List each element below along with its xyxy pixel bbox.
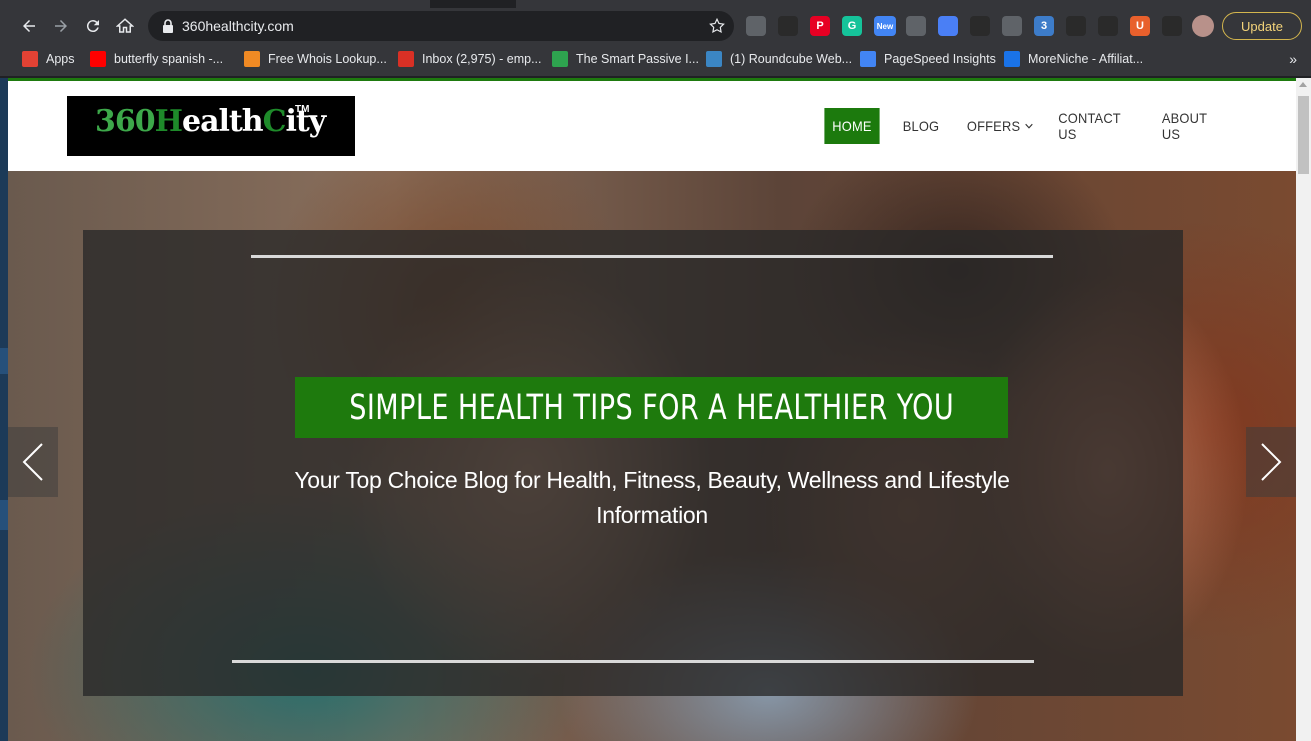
checkmark-ext-icon[interactable] xyxy=(970,16,990,36)
home-button[interactable] xyxy=(113,14,137,38)
bookmark-pagespeed[interactable]: PageSpeed Insights xyxy=(860,51,996,67)
background-window-edge xyxy=(0,78,8,741)
update-button[interactable]: Update xyxy=(1222,12,1302,40)
half-circle-ext-icon[interactable] xyxy=(906,16,926,36)
nav-offers[interactable]: OFFERS xyxy=(967,108,1033,144)
grammarly-icon[interactable]: G xyxy=(842,16,862,36)
tab-strip xyxy=(0,0,1311,8)
lock-icon xyxy=(163,19,173,33)
bookmark-label: Inbox (2,975) - emp... xyxy=(422,52,542,66)
bookmark-smart-passive[interactable]: The Smart Passive I... xyxy=(552,51,699,67)
bookmark-label: PageSpeed Insights xyxy=(884,52,996,66)
profile-avatar[interactable] xyxy=(1192,15,1214,37)
slider-next-button[interactable] xyxy=(1246,427,1296,497)
nav-home[interactable]: HOME xyxy=(824,108,880,144)
hero-line-top xyxy=(251,255,1053,258)
bookmark-whois[interactable]: Free Whois Lookup... xyxy=(244,51,387,67)
reload-button[interactable] xyxy=(81,14,105,38)
webpage: 360HealthCity TM HOME BLOG OFFERS CONTACT U… xyxy=(8,78,1296,741)
bookmark-smart-passive-favicon-icon xyxy=(552,51,568,67)
bookmark-whois-favicon-icon xyxy=(244,51,260,67)
new-ext-icon[interactable]: New xyxy=(874,16,896,36)
ublock-icon[interactable]: U xyxy=(1130,16,1150,36)
bookmark-moreniche[interactable]: MoreNiche - Affiliat... xyxy=(1004,51,1143,67)
home-icon xyxy=(116,18,134,33)
page-scrollbar[interactable] xyxy=(1296,78,1311,741)
logo-text: 360HealthCity xyxy=(95,104,326,139)
hero-slider: SIMPLE HEALTH TIPS FOR A HEALTHIER YOU Y… xyxy=(8,171,1296,741)
pencil-ext-icon[interactable] xyxy=(778,16,798,36)
nav-label: HOME xyxy=(832,118,872,134)
bookmark-apps-favicon-icon xyxy=(22,51,38,67)
diamond-ext-icon[interactable] xyxy=(1002,16,1022,36)
arrow-right-icon xyxy=(55,20,67,32)
arrow-left-icon xyxy=(23,20,35,32)
nav-about[interactable]: ABOUT US xyxy=(1162,108,1228,144)
code-ext-icon[interactable]: 3 xyxy=(1034,16,1054,36)
hero-line-bottom xyxy=(232,660,1034,663)
nav-label: ABOUT US xyxy=(1161,110,1207,142)
puzzle-icon[interactable] xyxy=(1162,16,1182,36)
url-text: 360healthcity.com xyxy=(182,18,294,34)
hero-subtitle: Your Top Choice Blog for Health, Fitness… xyxy=(294,467,1010,528)
nav-label: CONTACT US xyxy=(1058,110,1121,142)
nav-blog[interactable]: BLOG xyxy=(898,108,944,144)
download-icon[interactable] xyxy=(746,16,766,36)
scroll-thumb[interactable] xyxy=(1298,96,1309,174)
more-bookmarks-icon[interactable]: » xyxy=(1289,51,1297,67)
slider-prev-button[interactable] xyxy=(8,427,58,497)
bookmark-label: (1) Roundcube Web... xyxy=(730,52,853,66)
bookmark-label: MoreNiche - Affiliat... xyxy=(1028,52,1144,66)
nav-contact[interactable]: CONTACT US xyxy=(1058,108,1133,144)
active-tab[interactable] xyxy=(0,0,430,8)
react-ext-icon[interactable] xyxy=(1066,16,1086,36)
chevron-left-icon xyxy=(22,443,43,481)
chevron-right-icon xyxy=(1261,443,1282,481)
bookmark-pagespeed-favicon-icon xyxy=(860,51,876,67)
bookmark-label: butterfly spanish -... xyxy=(114,52,224,66)
target-ext-icon[interactable] xyxy=(1098,16,1118,36)
nav-label: BLOG xyxy=(902,118,940,134)
address-bar[interactable]: 360healthcity.com xyxy=(148,11,734,41)
pinterest-icon[interactable]: P xyxy=(810,16,830,36)
bookmark-roundcube[interactable]: (1) Roundcube Web... xyxy=(706,51,852,67)
site-logo[interactable]: 360HealthCity TM xyxy=(67,96,355,156)
nav-label: OFFERS xyxy=(966,118,1021,134)
checkbox-ext-icon[interactable] xyxy=(938,16,958,36)
bookmark-apps[interactable]: Apps xyxy=(22,51,75,67)
back-button[interactable] xyxy=(17,14,41,38)
bookmarks-bar: Apps butterfly spanish -... Free Whois Loo… xyxy=(0,42,1311,76)
bookmark-butterfly-spanish-favicon-icon xyxy=(90,51,106,67)
reload-icon xyxy=(86,20,99,33)
chevron-down-icon xyxy=(1025,123,1033,129)
scroll-up-icon[interactable] xyxy=(1299,82,1307,87)
bookmark-inbox-favicon-icon xyxy=(398,51,414,67)
bookmark-inbox[interactable]: Inbox (2,975) - emp... xyxy=(398,51,542,67)
forward-button[interactable] xyxy=(49,14,73,38)
logo-trademark: TM xyxy=(295,104,310,115)
tab-strip-right xyxy=(516,0,1311,8)
bookmark-label: Free Whois Lookup... xyxy=(268,52,387,66)
bookmark-label: The Smart Passive I... xyxy=(576,52,699,66)
bookmark-moreniche-favicon-icon xyxy=(1004,51,1020,67)
bookmark-butterfly-spanish[interactable]: butterfly spanish -... xyxy=(90,51,223,67)
bookmark-star-icon[interactable] xyxy=(708,17,726,35)
hero-headline: SIMPLE HEALTH TIPS FOR A HEALTHIER YOU xyxy=(295,377,1008,438)
bookmark-roundcube-favicon-icon xyxy=(706,51,722,67)
bookmark-label: Apps xyxy=(46,52,75,66)
site-header: 360HealthCity TM HOME BLOG OFFERS CONTACT U… xyxy=(8,81,1296,171)
